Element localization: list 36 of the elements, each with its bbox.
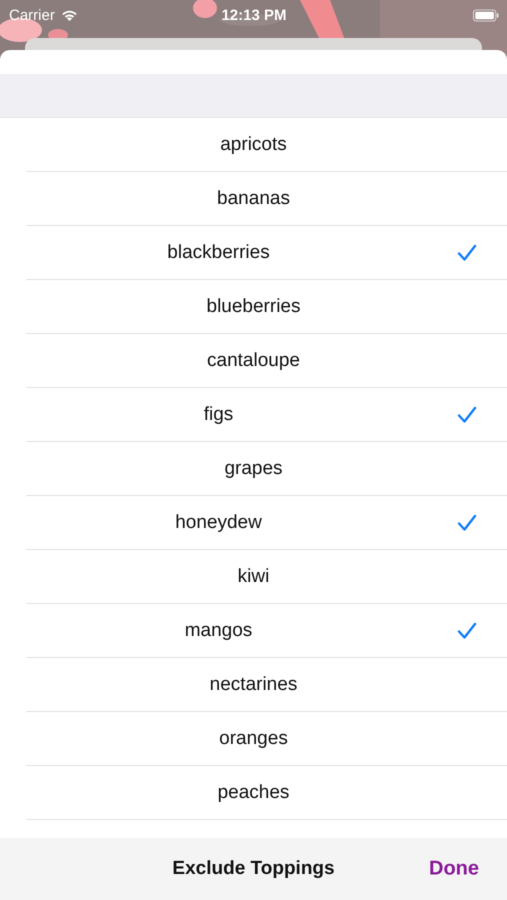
option-row[interactable]: peaches [26, 766, 507, 820]
option-row[interactable]: nectarines [26, 658, 507, 712]
option-label: honeydew [174, 512, 263, 534]
checkmark-icon [457, 244, 477, 262]
option-label: kiwi [236, 566, 270, 588]
option-label: apricots [219, 134, 288, 156]
option-label: blueberries [206, 296, 302, 318]
option-label: nectarines [208, 674, 298, 696]
option-row[interactable]: honeydew [26, 496, 507, 550]
checkmark-icon [457, 406, 477, 424]
option-row[interactable]: mangos [26, 604, 507, 658]
option-row[interactable]: cantaloupe [26, 334, 507, 388]
option-label: oranges [218, 728, 289, 750]
option-label: blackberries [166, 242, 271, 264]
option-label: figs [202, 404, 234, 426]
option-label: bananas [216, 188, 291, 210]
option-label: mangos [184, 620, 254, 642]
option-row[interactable]: blackberries [26, 226, 507, 280]
option-row[interactable]: apricots [26, 118, 507, 172]
wifi-icon [60, 8, 78, 22]
battery-icon [472, 8, 499, 22]
carrier-name: Carrier [9, 6, 55, 24]
toolbar-title: Exclude Toppings [172, 858, 335, 880]
option-label: grapes [223, 458, 284, 480]
option-row[interactable]: bananas [26, 172, 507, 226]
done-button[interactable]: Done [425, 854, 483, 884]
option-row[interactable]: grapes [26, 442, 507, 496]
option-row[interactable]: oranges [26, 712, 507, 766]
option-label: peaches [216, 782, 290, 804]
option-label: cantaloupe [206, 350, 301, 372]
option-row[interactable]: blueberries [26, 280, 507, 334]
option-row[interactable]: figs [26, 388, 507, 442]
checkmark-icon [457, 514, 477, 532]
option-row[interactable]: kiwi [26, 550, 507, 604]
clock-time: 12:13 PM [221, 6, 287, 24]
checkmark-icon [457, 622, 477, 640]
